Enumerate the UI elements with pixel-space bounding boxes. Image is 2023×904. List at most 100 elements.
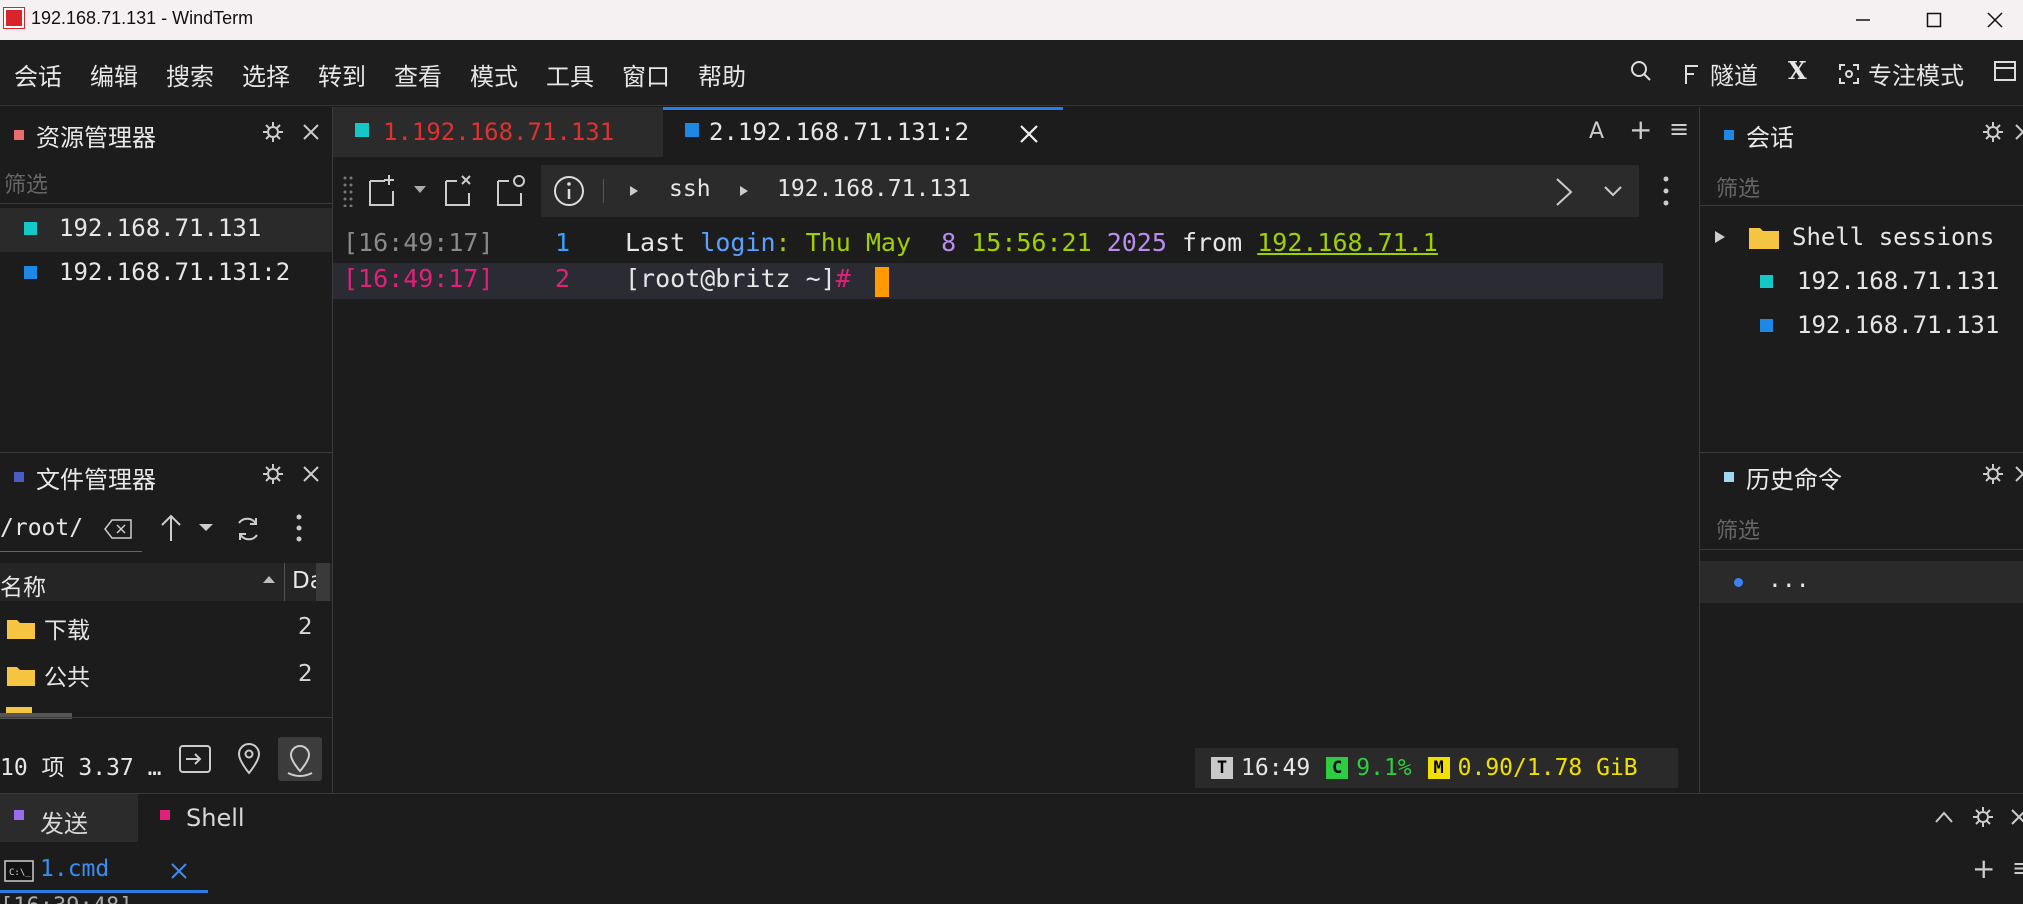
menu-mode[interactable]: 模式 xyxy=(470,57,518,92)
close-icon[interactable] xyxy=(302,123,320,141)
chevron-down-icon[interactable] xyxy=(413,185,427,195)
menu-view[interactable]: 查看 xyxy=(394,57,442,92)
close-tab-icon[interactable] xyxy=(1019,124,1039,144)
minimize-button[interactable] xyxy=(1838,0,1888,40)
sync-location-button[interactable] xyxy=(278,737,322,781)
terminal-cursor xyxy=(875,267,889,297)
gear-icon[interactable] xyxy=(262,463,284,485)
x-label: X xyxy=(1788,56,1807,85)
tab-shell-label: Shell xyxy=(186,804,245,832)
session-item[interactable]: 192.168.71.131 xyxy=(1760,311,1999,339)
history-item[interactable]: ... xyxy=(1700,561,2023,603)
tunnel-button[interactable]: 隧道 xyxy=(1682,56,1758,91)
gear-icon[interactable] xyxy=(1972,806,1994,828)
add-tab-button[interactable]: + xyxy=(1629,113,1652,146)
tab-menu-button[interactable]: ≡ xyxy=(1669,115,1689,143)
menu-window[interactable]: 窗口 xyxy=(622,57,670,92)
terminal-view[interactable]: [16:49:17] 1 Last login: Thu May 8 15:56… xyxy=(333,225,1699,793)
drag-handle-icon[interactable] xyxy=(343,175,353,207)
tab-send[interactable]: 发送 xyxy=(0,794,138,842)
file-row[interactable]: 公共 xyxy=(6,658,90,692)
close-icon[interactable] xyxy=(302,465,320,483)
close-session-icon[interactable] xyxy=(443,173,475,207)
more-vertical-icon[interactable] xyxy=(1663,175,1669,207)
sessions-filter-input[interactable]: 筛选 xyxy=(1716,171,1760,203)
tab-session-1[interactable]: 1.192.168.71.131 xyxy=(333,107,663,157)
status-time: 16:49 xyxy=(1241,755,1311,781)
session-item[interactable]: 192.168.71.131 xyxy=(1760,267,1999,295)
search-button[interactable] xyxy=(1630,60,1652,82)
x-button[interactable]: X xyxy=(1788,56,1807,85)
vertical-scrollbar[interactable] xyxy=(316,563,330,601)
gear-icon[interactable] xyxy=(262,121,284,143)
close-button[interactable] xyxy=(1970,0,2020,40)
windterm-logo-icon xyxy=(4,8,24,28)
maximize-button[interactable] xyxy=(1909,0,1959,40)
focus-mode-label: 专注模式 xyxy=(1868,62,1964,90)
font-button[interactable]: A xyxy=(1589,119,1604,144)
horizontal-scrollbar[interactable] xyxy=(0,713,72,719)
location-pin-icon[interactable] xyxy=(236,743,262,775)
explorer-item[interactable]: 192.168.71.131 xyxy=(24,214,261,242)
arrow-up-icon[interactable] xyxy=(160,513,182,543)
column-name[interactable]: 名称 xyxy=(0,568,46,602)
breadcrumb-arrow-icon xyxy=(630,186,638,196)
address-bar[interactable]: ssh 192.168.71.131 xyxy=(541,165,1639,217)
history-color-icon xyxy=(1724,472,1734,482)
menu-bar: 会话 编辑 搜索 选择 转到 查看 模式 工具 窗口 帮助 隧道 X 专注模式 xyxy=(0,40,2023,106)
layout-button[interactable] xyxy=(1994,60,2016,82)
subtab-menu-button[interactable]: ≡ xyxy=(2012,854,2023,882)
folder-icon xyxy=(7,667,35,686)
status-memory: 0.90/1.78 GiB xyxy=(1457,755,1638,781)
close-icon[interactable] xyxy=(2010,808,2023,826)
menu-goto[interactable]: 转到 xyxy=(318,57,366,92)
tab-color-icon xyxy=(355,123,369,137)
file-date: 2 xyxy=(298,614,313,640)
close-icon[interactable] xyxy=(2014,123,2023,141)
close-icon[interactable] xyxy=(2014,465,2023,483)
session-item-label: 192.168.71.131 xyxy=(1797,267,2000,295)
path-input[interactable]: /root/ xyxy=(0,515,83,541)
svg-text:C:\_: C:\_ xyxy=(9,868,31,878)
status-bar: T 16:49 C 9.1% M 0.90/1.78 GiB xyxy=(1195,748,1678,788)
gear-icon[interactable] xyxy=(1982,463,2004,485)
focus-mode-button[interactable]: 专注模式 xyxy=(1838,56,1964,91)
explorer-filter-input[interactable]: 筛选 xyxy=(4,167,48,199)
session-settings-icon[interactable] xyxy=(495,173,527,207)
open-terminal-icon[interactable] xyxy=(178,743,212,775)
clear-path-icon[interactable] xyxy=(104,519,132,539)
history-panel: 历史命令 筛选 ... xyxy=(1700,453,2023,793)
refresh-icon[interactable] xyxy=(234,515,262,543)
more-vertical-icon[interactable] xyxy=(296,513,302,543)
tab-shell[interactable]: Shell xyxy=(138,794,288,842)
explorer-title: 资源管理器 xyxy=(36,123,156,152)
terminal-text-segment: Last xyxy=(625,228,701,257)
new-session-icon[interactable] xyxy=(367,173,397,207)
explorer-item[interactable]: 192.168.71.131:2 xyxy=(24,258,290,286)
menu-edit[interactable]: 编辑 xyxy=(90,57,138,92)
menu-help[interactable]: 帮助 xyxy=(698,57,746,92)
session-group[interactable]: Shell sessions xyxy=(1714,223,1994,251)
menu-tools[interactable]: 工具 xyxy=(546,57,594,92)
subtab-cmd[interactable]: C:\_ 1.cmd xyxy=(0,850,208,894)
menu-session[interactable]: 会话 xyxy=(14,57,62,92)
info-icon[interactable] xyxy=(553,175,585,207)
expand-arrow-icon[interactable] xyxy=(1714,230,1726,244)
history-filter-input[interactable]: 筛选 xyxy=(1716,513,1760,545)
tab-session-2[interactable]: 2.192.168.71.131:2 xyxy=(663,107,1063,157)
close-tab-icon[interactable] xyxy=(170,862,188,880)
menu-select[interactable]: 选择 xyxy=(242,57,290,92)
breadcrumb-host[interactable]: 192.168.71.131 xyxy=(777,176,971,202)
menu-search[interactable]: 搜索 xyxy=(166,57,214,92)
breadcrumb-protocol[interactable]: ssh xyxy=(669,176,711,202)
layout-icon xyxy=(1994,61,2016,81)
time-badge: T xyxy=(1211,757,1233,779)
add-subtab-button[interactable]: + xyxy=(1972,852,1995,885)
chevron-up-icon[interactable] xyxy=(1934,810,1954,824)
gear-icon[interactable] xyxy=(1982,121,2004,143)
chevron-down-icon[interactable] xyxy=(198,523,214,533)
session-toolbar: ssh 192.168.71.131 xyxy=(333,157,1699,225)
chevron-right-icon[interactable] xyxy=(1555,177,1573,207)
file-row[interactable]: 下载 xyxy=(6,611,90,645)
chevron-down-icon[interactable] xyxy=(1603,185,1623,197)
